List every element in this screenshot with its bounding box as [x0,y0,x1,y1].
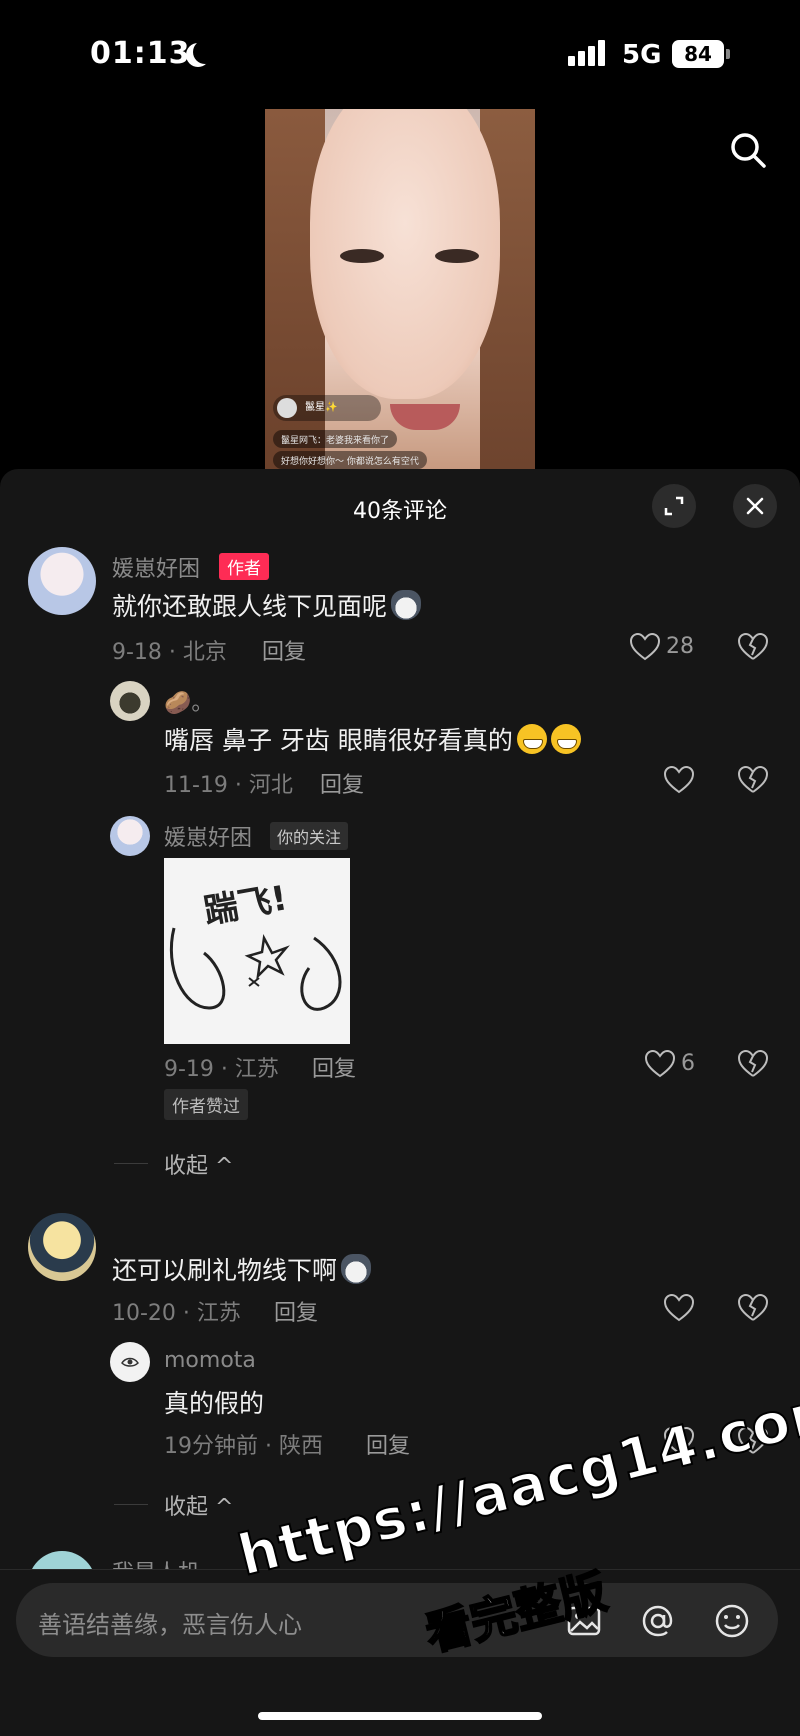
comment-input-placeholder: 善语结善缘，恶言伤人心 [38,1611,302,1639]
network-type: 5G [622,40,662,70]
heart-icon[interactable] [664,1294,694,1322]
battery-level: 84 [672,40,730,68]
cat-emoji-icon [341,1254,372,1284]
avatar[interactable] [110,816,150,856]
comment-username[interactable]: 🥔。 [164,685,213,717]
comment-meta: 19分钟前 · 陕西 [164,1434,323,1459]
signal-icon [568,40,612,66]
comment-meta: 11-19 · 河北 [164,773,293,798]
expand-button[interactable] [652,484,696,528]
comment-username[interactable]: momota [164,1348,256,1373]
comment-text: 嘴唇 鼻子 牙齿 眼睛很好看真的 [164,721,581,757]
expand-icon [664,496,684,516]
avatar[interactable] [110,1342,150,1382]
reply-button[interactable]: 回复 [262,634,306,666]
mention-icon[interactable] [638,1601,678,1641]
live-message: 好想你好想你～ 你都说怎么有空代 [273,451,427,469]
broken-heart-icon[interactable] [738,1050,768,1078]
search-icon[interactable] [728,130,768,170]
heart-icon[interactable] [645,1050,675,1078]
broken-heart-icon[interactable] [738,633,768,661]
like-count: 28 [666,634,694,659]
live-host-tag: 鬣星✨ [273,395,381,421]
comment-text: 就你还敢跟人线下见面呢 [112,587,422,623]
avatar[interactable] [110,681,150,721]
grin-emoji-icon [516,724,547,754]
author-badge: 作者 [219,553,269,580]
heart-icon[interactable] [630,633,660,661]
reply-button[interactable]: 回复 [366,1428,410,1460]
comment-sticker[interactable]: 踹飞! [164,858,350,1044]
close-button[interactable] [733,484,777,528]
comment-username[interactable]: 媛崽好困 [112,551,200,583]
comment-text: 还可以刷礼物线下啊 [112,1251,372,1287]
cat-emoji-icon [391,590,422,620]
author-liked-badge: 作者赞过 [164,1089,248,1120]
avatar[interactable] [28,1213,96,1281]
moon-icon [193,40,217,64]
sticker-text: 踹飞! [201,878,290,932]
reply-button[interactable]: 回复 [312,1051,356,1083]
status-bar: 01:13 5G 84 [0,0,800,100]
close-icon [746,497,764,515]
collapse-replies-button[interactable]: 收起 ^ [164,1489,233,1521]
collapse-replies-button[interactable]: 收起 ^ [164,1148,233,1180]
reply-button[interactable]: 回复 [320,767,364,799]
comment-meta: 9-18 · 北京 [112,640,227,665]
avatar[interactable] [28,547,96,615]
avatar-icon [121,1357,139,1367]
reply-button[interactable]: 回复 [274,1295,318,1327]
broken-heart-icon[interactable] [738,766,768,794]
sticker-drawing: 踹飞! [169,878,342,1011]
emoji-icon[interactable] [712,1601,752,1641]
divider [114,1504,148,1505]
grin-emoji-icon [550,724,581,754]
video-preview[interactable]: 鬣星✨ 鬣星网飞：老婆我来看你了 好想你好想你～ 你都说怎么有空代 [265,109,535,469]
comment-meta: 9-19 · 江苏 [164,1057,279,1082]
comment-username[interactable]: 媛崽好困 [164,820,252,852]
following-badge: 你的关注 [270,822,349,850]
status-time: 01:13 [90,36,191,71]
live-message: 鬣星网飞：老婆我来看你了 [273,430,398,448]
home-indicator[interactable] [258,1712,542,1720]
broken-heart-icon[interactable] [738,1294,768,1322]
divider [114,1163,148,1164]
like-count: 6 [681,1051,695,1076]
comment-text: 真的假的 [164,1389,265,1418]
heart-icon[interactable] [664,766,694,794]
comment-input[interactable]: 善语结善缘，恶言伤人心 [16,1583,778,1657]
comment-meta: 10-20 · 江苏 [112,1301,241,1326]
